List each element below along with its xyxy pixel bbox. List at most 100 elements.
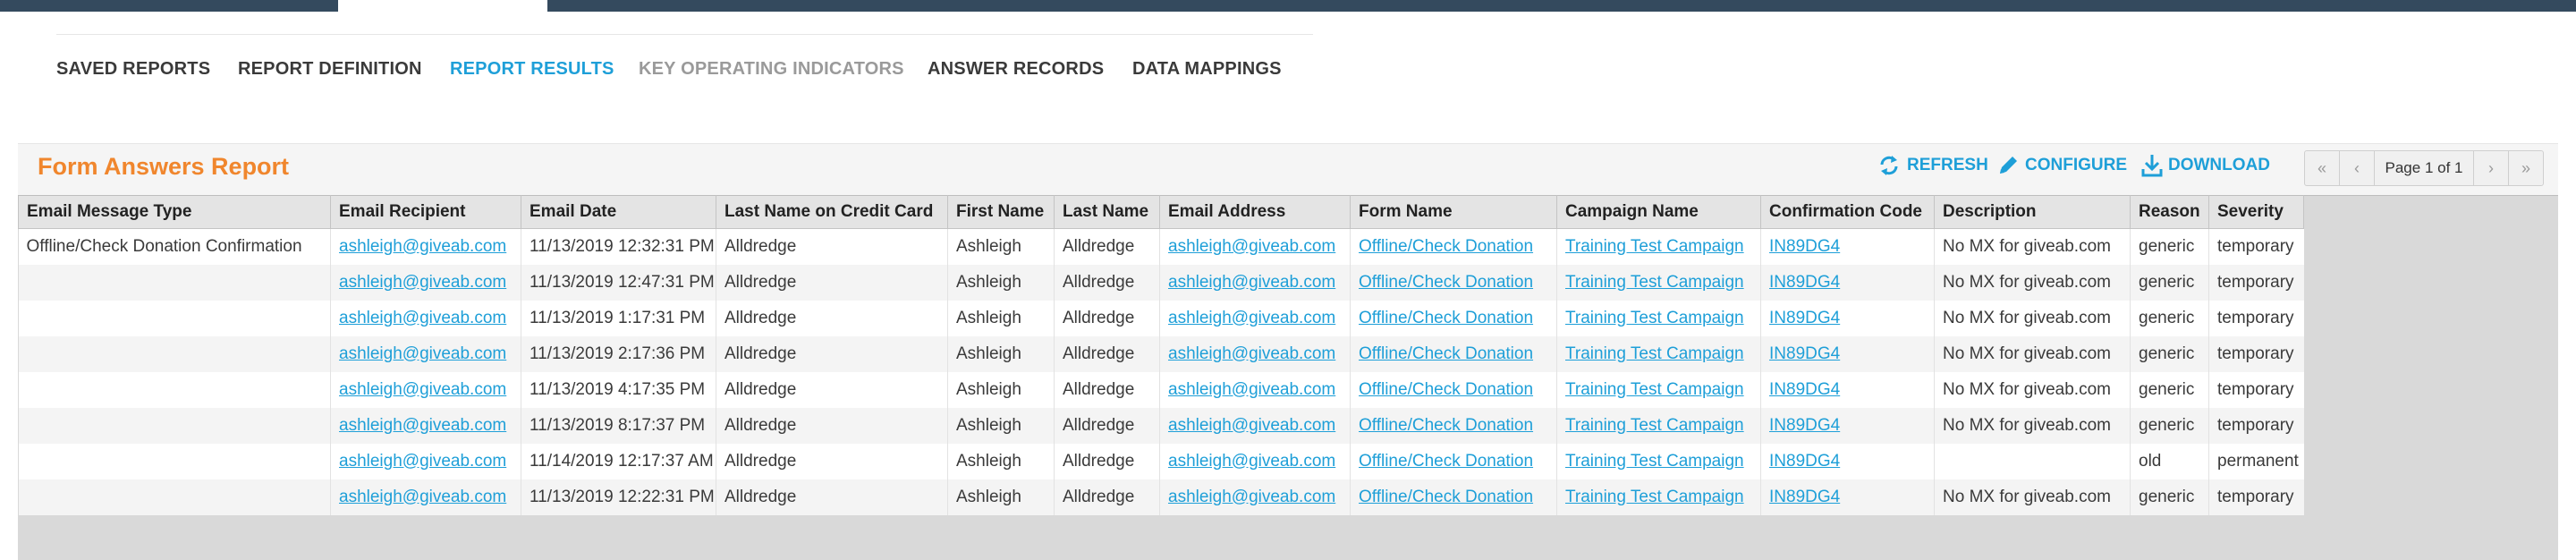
report-title: Form Answers Report xyxy=(38,153,290,180)
cell-campaign-name-link[interactable]: Training Test Campaign xyxy=(1556,443,1761,479)
cell-severity: permanent xyxy=(2208,443,2304,479)
cell-campaign-name-link[interactable]: Training Test Campaign xyxy=(1556,335,1761,372)
cell-campaign-name-link[interactable]: Training Test Campaign xyxy=(1556,371,1761,408)
cell-description: No MX for giveab.com xyxy=(1934,264,2131,301)
tab-key-operating-indicators[interactable]: KEY OPERATING INDICATORS xyxy=(639,59,904,80)
cell-form-name-link[interactable]: Offline/Check Donation xyxy=(1350,479,1557,515)
table-row: ashleigh@giveab.com 11/13/2019 8:17:37 PM… xyxy=(18,407,2304,444)
cell-description: No MX for giveab.com xyxy=(1934,228,2131,265)
cell-confirmation-code-link[interactable]: IN89DG4 xyxy=(1760,300,1935,336)
cell-campaign-name-link[interactable]: Training Test Campaign xyxy=(1556,407,1761,444)
cell-email-recipient-link[interactable]: ashleigh@giveab.com xyxy=(330,371,521,408)
cell-email-address-link[interactable]: ashleigh@giveab.com xyxy=(1159,300,1351,336)
cell-confirmation-code-link[interactable]: IN89DG4 xyxy=(1760,371,1935,408)
cell-last-name: Alldredge xyxy=(1054,479,1160,515)
cell-email-date: 11/14/2019 12:17:37 AM xyxy=(521,443,716,479)
cell-email-recipient-link[interactable]: ashleigh@giveab.com xyxy=(330,407,521,444)
table-row: ashleigh@giveab.com 11/13/2019 4:17:35 PM… xyxy=(18,371,2304,408)
cell-first-name: Ashleigh xyxy=(947,443,1055,479)
cell-description: No MX for giveab.com xyxy=(1934,335,2131,372)
cell-form-name-link[interactable]: Offline/Check Donation xyxy=(1350,228,1557,265)
cell-confirmation-code-link[interactable]: IN89DG4 xyxy=(1760,479,1935,515)
cell-form-name-link[interactable]: Offline/Check Donation xyxy=(1350,300,1557,336)
cell-email-recipient-link[interactable]: ashleigh@giveab.com xyxy=(330,335,521,372)
cell-email-address-link[interactable]: ashleigh@giveab.com xyxy=(1159,228,1351,265)
refresh-button[interactable]: REFRESH xyxy=(1877,152,1988,179)
cell-form-name-link[interactable]: Offline/Check Donation xyxy=(1350,264,1557,301)
last-page-icon[interactable]: » xyxy=(2508,151,2543,185)
column-header-last-name-on-credit-card[interactable]: Last Name on Credit Card xyxy=(716,195,948,229)
tab-data-mappings[interactable]: DATA MAPPINGS xyxy=(1132,59,1282,80)
cell-first-name: Ashleigh xyxy=(947,300,1055,336)
cell-email-message-type xyxy=(18,443,331,479)
tab-answer-records[interactable]: ANSWER RECORDS xyxy=(928,59,1104,80)
cell-last-name: Alldredge xyxy=(1054,228,1160,265)
cell-form-name-link[interactable]: Offline/Check Donation xyxy=(1350,371,1557,408)
column-header-last-name[interactable]: Last Name xyxy=(1054,195,1160,229)
cell-campaign-name-link[interactable]: Training Test Campaign xyxy=(1556,264,1761,301)
cell-confirmation-code-link[interactable]: IN89DG4 xyxy=(1760,228,1935,265)
column-header-email-address[interactable]: Email Address xyxy=(1159,195,1351,229)
column-header-email-date[interactable]: Email Date xyxy=(521,195,716,229)
cell-email-address-link[interactable]: ashleigh@giveab.com xyxy=(1159,407,1351,444)
table-row: ashleigh@giveab.com 11/13/2019 12:47:31 P… xyxy=(18,264,2304,301)
cell-confirmation-code-link[interactable]: IN89DG4 xyxy=(1760,407,1935,444)
cell-severity: temporary xyxy=(2208,371,2304,408)
cell-reason: generic xyxy=(2130,335,2209,372)
cell-first-name: Ashleigh xyxy=(947,264,1055,301)
cell-email-recipient-link[interactable]: ashleigh@giveab.com xyxy=(330,479,521,515)
column-header-email-recipient[interactable]: Email Recipient xyxy=(330,195,521,229)
tab-report-definition[interactable]: REPORT DEFINITION xyxy=(238,59,422,80)
cell-form-name-link[interactable]: Offline/Check Donation xyxy=(1350,335,1557,372)
column-header-severity[interactable]: Severity xyxy=(2208,195,2304,229)
configure-label: CONFIGURE xyxy=(2025,156,2127,174)
refresh-icon xyxy=(1877,154,1902,177)
cell-last-name: Alldredge xyxy=(1054,407,1160,444)
cell-first-name: Ashleigh xyxy=(947,228,1055,265)
cell-form-name-link[interactable]: Offline/Check Donation xyxy=(1350,443,1557,479)
first-page-icon[interactable]: « xyxy=(2305,151,2340,185)
cell-email-recipient-link[interactable]: ashleigh@giveab.com xyxy=(330,264,521,301)
cell-form-name-link[interactable]: Offline/Check Donation xyxy=(1350,407,1557,444)
cell-last-name: Alldredge xyxy=(1054,300,1160,336)
column-header-confirmation-code[interactable]: Confirmation Code xyxy=(1760,195,1935,229)
previous-page-icon[interactable]: ‹ xyxy=(2340,151,2375,185)
cell-email-recipient-link[interactable]: ashleigh@giveab.com xyxy=(330,228,521,265)
cell-confirmation-code-link[interactable]: IN89DG4 xyxy=(1760,264,1935,301)
cell-campaign-name-link[interactable]: Training Test Campaign xyxy=(1556,300,1761,336)
column-header-email-message-type[interactable]: Email Message Type xyxy=(18,195,331,229)
cell-severity: temporary xyxy=(2208,300,2304,336)
cell-description: No MX for giveab.com xyxy=(1934,479,2131,515)
cell-email-address-link[interactable]: ashleigh@giveab.com xyxy=(1159,371,1351,408)
cell-email-date: 11/13/2019 12:32:31 PM xyxy=(521,228,716,265)
tabs-divider xyxy=(56,34,1313,35)
download-button[interactable]: DOWNLOAD xyxy=(2141,152,2270,179)
cell-severity: temporary xyxy=(2208,264,2304,301)
tab-saved-reports[interactable]: SAVED REPORTS xyxy=(56,59,210,80)
pagination: « ‹ Page 1 of 1 › » xyxy=(2304,150,2544,186)
cell-last-name-on-card: Alldredge xyxy=(716,300,948,336)
cell-email-address-link[interactable]: ashleigh@giveab.com xyxy=(1159,479,1351,515)
tab-report-results[interactable]: REPORT RESULTS xyxy=(450,59,614,80)
column-header-form-name[interactable]: Form Name xyxy=(1350,195,1557,229)
column-header-campaign-name[interactable]: Campaign Name xyxy=(1556,195,1761,229)
table-row: ashleigh@giveab.com 11/13/2019 12:22:31 P… xyxy=(18,479,2304,515)
column-header-reason[interactable]: Reason xyxy=(2130,195,2209,229)
column-header-description[interactable]: Description xyxy=(1934,195,2131,229)
cell-confirmation-code-link[interactable]: IN89DG4 xyxy=(1760,335,1935,372)
cell-email-address-link[interactable]: ashleigh@giveab.com xyxy=(1159,335,1351,372)
next-page-icon[interactable]: › xyxy=(2473,151,2508,185)
cell-email-recipient-link[interactable]: ashleigh@giveab.com xyxy=(330,300,521,336)
cell-last-name-on-card: Alldredge xyxy=(716,335,948,372)
cell-campaign-name-link[interactable]: Training Test Campaign xyxy=(1556,228,1761,265)
cell-email-address-link[interactable]: ashleigh@giveab.com xyxy=(1159,264,1351,301)
cell-campaign-name-link[interactable]: Training Test Campaign xyxy=(1556,479,1761,515)
column-header-first-name[interactable]: First Name xyxy=(947,195,1055,229)
results-table: Email Message Type Email Recipient Email… xyxy=(18,195,2304,515)
cell-email-address-link[interactable]: ashleigh@giveab.com xyxy=(1159,443,1351,479)
cell-email-recipient-link[interactable]: ashleigh@giveab.com xyxy=(330,443,521,479)
page-indicator: Page 1 of 1 xyxy=(2385,159,2463,176)
configure-button[interactable]: CONFIGURE xyxy=(1996,152,2127,179)
download-label: DOWNLOAD xyxy=(2168,156,2270,174)
cell-confirmation-code-link[interactable]: IN89DG4 xyxy=(1760,443,1935,479)
